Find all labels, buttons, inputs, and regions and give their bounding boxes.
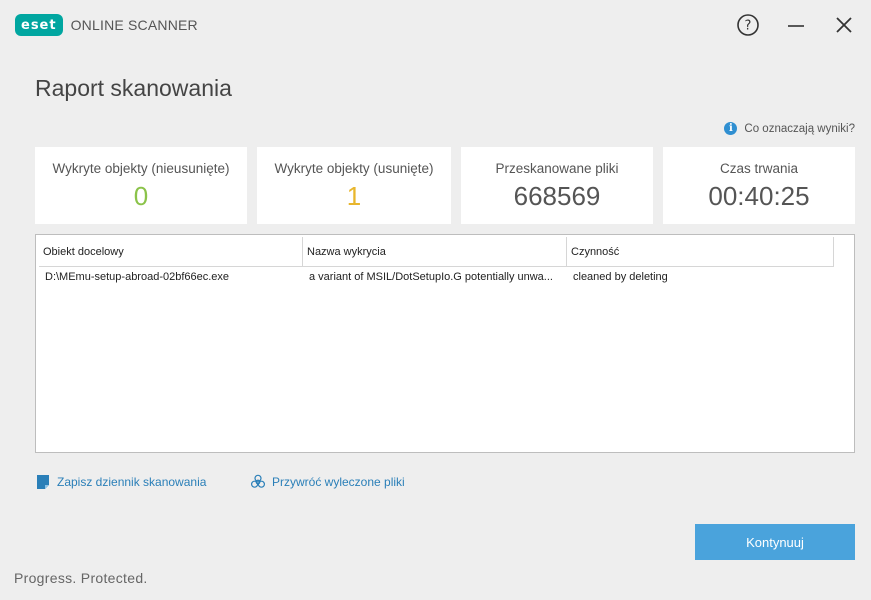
eset-logo-badge: eset bbox=[15, 14, 63, 36]
info-icon: i bbox=[724, 122, 738, 135]
detections-table: Obiekt docelowy Nazwa wykrycia Czynność … bbox=[35, 234, 855, 453]
stat-value: 1 bbox=[346, 181, 362, 211]
stat-detected-not-removed: Wykryte objekty (nieusunięte) 0 bbox=[35, 147, 247, 224]
stat-label: Przeskanowane pliki bbox=[495, 161, 619, 176]
results-help-link[interactable]: i Co oznaczają wyniki? bbox=[724, 122, 855, 135]
cell-action: cleaned by deleting bbox=[573, 271, 668, 283]
stat-value: 0 bbox=[133, 181, 149, 211]
svg-text:?: ? bbox=[745, 19, 752, 34]
page-title: Raport skanowania bbox=[35, 75, 232, 101]
stat-scanned-files: Przeskanowane pliki 668569 bbox=[461, 147, 653, 224]
table-header: Obiekt docelowy Nazwa wykrycia Czynność bbox=[39, 237, 834, 267]
stat-label: Wykryte objekty (usunięte) bbox=[274, 161, 434, 176]
save-scan-log-label: Zapisz dziennik skanowania bbox=[57, 475, 207, 489]
save-scan-log-link[interactable]: Zapisz dziennik skanowania bbox=[35, 474, 206, 490]
minimize-icon bbox=[788, 25, 804, 27]
save-log-icon bbox=[35, 474, 51, 490]
close-button[interactable] bbox=[831, 12, 857, 38]
column-header-action[interactable]: Czynność bbox=[567, 237, 834, 267]
cell-detection: a variant of MSIL/DotSetupIo.G potential… bbox=[309, 271, 553, 283]
continue-button[interactable]: Kontynuuj bbox=[695, 524, 855, 560]
column-header-target[interactable]: Obiekt docelowy bbox=[39, 237, 303, 267]
minimize-button[interactable] bbox=[783, 12, 809, 38]
stat-value: 00:40:25 bbox=[708, 181, 810, 211]
stat-duration: Czas trwania 00:40:25 bbox=[663, 147, 855, 224]
restore-cleaned-files-label: Przywróć wyleczone pliki bbox=[272, 475, 405, 489]
stat-detected-removed: Wykryte objekty (usunięte) 1 bbox=[257, 147, 451, 224]
help-button[interactable]: ? bbox=[735, 12, 761, 38]
stat-label: Wykryte objekty (nieusunięte) bbox=[52, 161, 230, 176]
stat-value: 668569 bbox=[513, 181, 601, 211]
cell-target: D:\MEmu-setup-abroad-02bf66ec.exe bbox=[45, 271, 230, 283]
results-help-label: Co oznaczają wyniki? bbox=[744, 122, 855, 135]
restore-cleaned-files-link[interactable]: Przywróć wyleczone pliki bbox=[250, 474, 405, 490]
stat-label: Czas trwania bbox=[719, 161, 799, 176]
title-bar: eset ONLINE SCANNER ? bbox=[0, 0, 871, 52]
close-icon bbox=[836, 17, 852, 33]
eset-logo: eset ONLINE SCANNER bbox=[15, 14, 198, 36]
column-header-detection[interactable]: Nazwa wykrycia bbox=[303, 237, 567, 267]
table-row[interactable]: D:\MEmu-setup-abroad-02bf66ec.exe a vari… bbox=[39, 269, 834, 287]
help-icon: ? bbox=[737, 14, 759, 36]
footer-slogan: Progress. Protected. bbox=[14, 570, 148, 586]
product-name: ONLINE SCANNER bbox=[70, 17, 198, 33]
biohazard-icon bbox=[250, 474, 266, 490]
